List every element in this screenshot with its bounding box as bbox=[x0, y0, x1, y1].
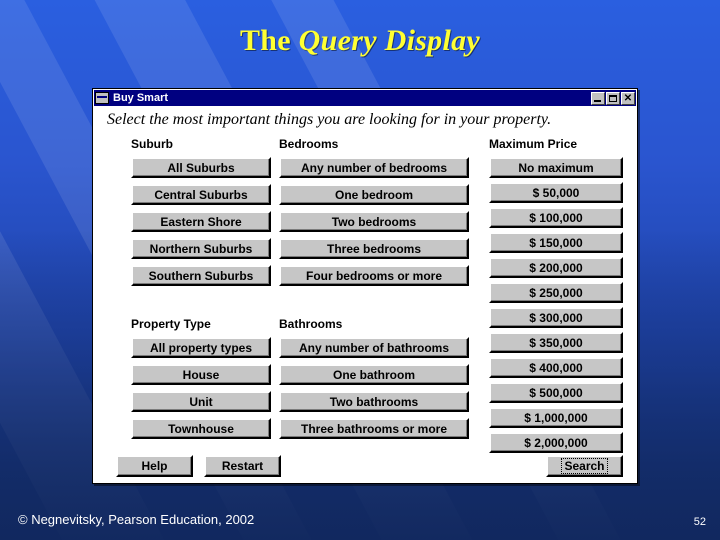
page-title: The Query Display bbox=[0, 24, 720, 58]
property-type-option-all[interactable]: All property types bbox=[131, 337, 271, 358]
dialog-body: Suburb All Suburbs Central Suburbs Easte… bbox=[96, 135, 634, 480]
bedrooms-option-four-or-more[interactable]: Four bedrooms or more bbox=[279, 265, 469, 286]
dialog-titlebar[interactable]: Buy Smart ✕ bbox=[94, 90, 636, 106]
property-type-option-unit[interactable]: Unit bbox=[131, 391, 271, 412]
suburb-option-northern-suburbs[interactable]: Northern Suburbs bbox=[131, 238, 271, 259]
price-option-1000000[interactable]: $ 1,000,000 bbox=[489, 407, 623, 428]
price-option-500000[interactable]: $ 500,000 bbox=[489, 382, 623, 403]
price-option-150000[interactable]: $ 150,000 bbox=[489, 232, 623, 253]
search-button[interactable]: Search bbox=[546, 455, 623, 477]
slide-canvas: The Query Display Buy Smart ✕ Select the… bbox=[0, 0, 720, 540]
price-option-200000[interactable]: $ 200,000 bbox=[489, 257, 623, 278]
bedrooms-option-three[interactable]: Three bedrooms bbox=[279, 238, 469, 259]
suburb-option-eastern-shore[interactable]: Eastern Shore bbox=[131, 211, 271, 232]
group-label-maximum-price: Maximum Price bbox=[489, 137, 578, 151]
suburb-option-all-suburbs[interactable]: All Suburbs bbox=[131, 157, 271, 178]
bathrooms-option-two[interactable]: Two bathrooms bbox=[279, 391, 469, 412]
bedrooms-option-two[interactable]: Two bedrooms bbox=[279, 211, 469, 232]
price-option-250000[interactable]: $ 250,000 bbox=[489, 282, 623, 303]
property-type-option-house[interactable]: House bbox=[131, 364, 271, 385]
group-label-suburb: Suburb bbox=[131, 137, 173, 151]
restart-button[interactable]: Restart bbox=[204, 455, 281, 477]
page-title-italic: Query Display bbox=[298, 24, 481, 57]
minimize-button[interactable] bbox=[591, 91, 605, 105]
window-title: Buy Smart bbox=[113, 92, 169, 104]
price-option-50000[interactable]: $ 50,000 bbox=[489, 182, 623, 203]
background-stripe bbox=[0, 139, 97, 540]
suburb-option-central-suburbs[interactable]: Central Suburbs bbox=[131, 184, 271, 205]
bedrooms-option-one[interactable]: One bedroom bbox=[279, 184, 469, 205]
price-option-2000000[interactable]: $ 2,000,000 bbox=[489, 432, 623, 453]
price-option-400000[interactable]: $ 400,000 bbox=[489, 357, 623, 378]
group-label-bathrooms: Bathrooms bbox=[279, 317, 343, 331]
page-number: 52 bbox=[693, 516, 706, 528]
group-label-bedrooms: Bedrooms bbox=[279, 137, 339, 151]
price-option-350000[interactable]: $ 350,000 bbox=[489, 332, 623, 353]
suburb-option-southern-suburbs[interactable]: Southern Suburbs bbox=[131, 265, 271, 286]
price-option-300000[interactable]: $ 300,000 bbox=[489, 307, 623, 328]
price-option-no-maximum[interactable]: No maximum bbox=[489, 157, 623, 178]
bathrooms-option-three-or-more[interactable]: Three bathrooms or more bbox=[279, 418, 469, 439]
buy-smart-dialog: Buy Smart ✕ Select the most important th… bbox=[92, 88, 638, 484]
window-menu-icon[interactable] bbox=[95, 92, 109, 104]
bathrooms-option-any[interactable]: Any number of bathrooms bbox=[279, 337, 469, 358]
copyright-text: © Negnevitsky, Pearson Education, 2002 bbox=[18, 512, 255, 527]
price-option-100000[interactable]: $ 100,000 bbox=[489, 207, 623, 228]
page-title-plain: The bbox=[239, 24, 299, 57]
group-label-property-type: Property Type bbox=[131, 317, 211, 331]
property-type-option-townhouse[interactable]: Townhouse bbox=[131, 418, 271, 439]
help-button[interactable]: Help bbox=[116, 455, 193, 477]
bathrooms-option-one[interactable]: One bathroom bbox=[279, 364, 469, 385]
dialog-subtitle: Select the most important things you are… bbox=[107, 111, 552, 128]
bedrooms-option-any[interactable]: Any number of bedrooms bbox=[279, 157, 469, 178]
close-button[interactable]: ✕ bbox=[621, 91, 635, 105]
restore-button[interactable] bbox=[606, 91, 620, 105]
